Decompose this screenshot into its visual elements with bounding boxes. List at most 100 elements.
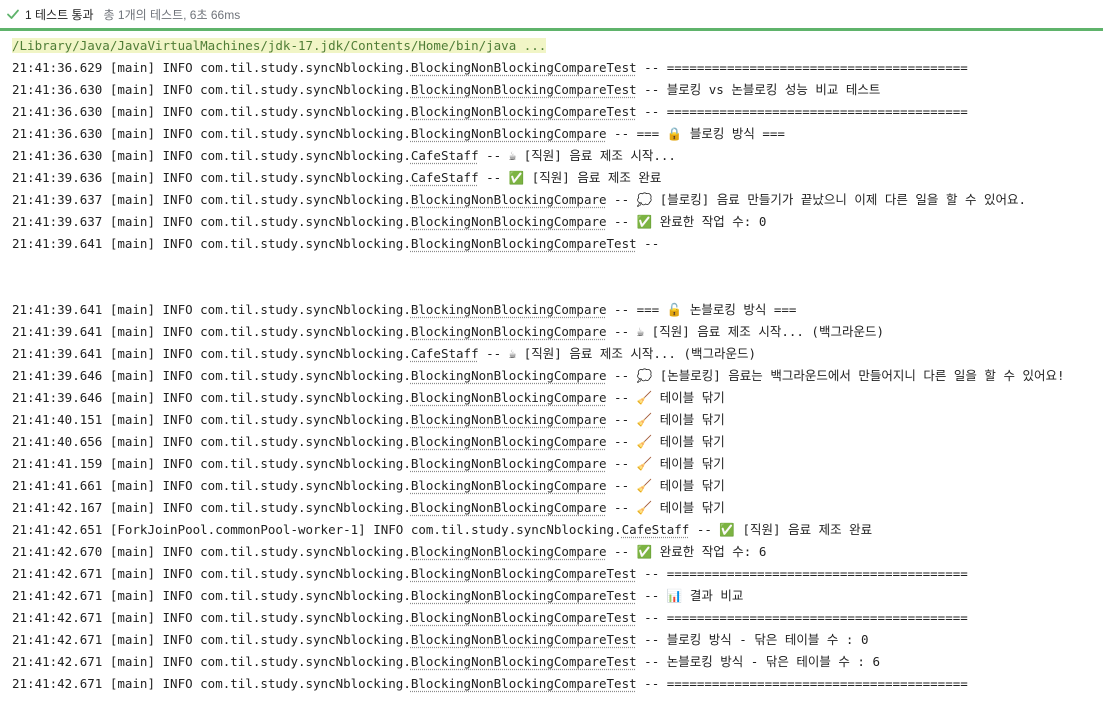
log-message: -- === 🔒 블로킹 방식 === — [606, 126, 785, 141]
log-class-link[interactable]: BlockingNonBlockingCompare — [411, 192, 607, 207]
log-line: 21:41:42.671 [main] INFO com.til.study.s… — [12, 585, 1103, 607]
log-prefix: 21:41:39.641 [main] INFO com.til.study.s… — [12, 236, 411, 251]
test-status-bar: 1 테스트 통과 총 1개의 테스트, 6초 66ms — [0, 0, 1103, 31]
log-message: -- =====================================… — [636, 60, 968, 75]
log-line: 21:41:36.630 [main] INFO com.til.study.s… — [12, 79, 1103, 101]
log-class-link[interactable]: BlockingNonBlockingCompareTest — [411, 588, 637, 603]
log-class-link[interactable]: CafeStaff — [622, 522, 690, 537]
log-message: -- 🧹 테이블 닦기 — [606, 412, 725, 427]
log-prefix: 21:41:39.637 [main] INFO com.til.study.s… — [12, 214, 411, 229]
log-prefix: 21:41:40.656 [main] INFO com.til.study.s… — [12, 434, 411, 449]
log-class-link[interactable]: BlockingNonBlockingCompareTest — [411, 60, 637, 75]
log-line: 21:41:42.167 [main] INFO com.til.study.s… — [12, 497, 1103, 519]
log-line: 21:41:42.671 [main] INFO com.til.study.s… — [12, 673, 1103, 695]
log-message: -- ☕ [직원] 음료 제조 시작... — [478, 148, 676, 163]
log-class-link[interactable]: BlockingNonBlockingCompareTest — [411, 82, 637, 97]
log-class-link[interactable]: BlockingNonBlockingCompare — [411, 544, 607, 559]
check-icon — [6, 7, 20, 21]
log-class-link[interactable]: BlockingNonBlockingCompare — [411, 214, 607, 229]
log-line: 21:41:39.641 [main] INFO com.til.study.s… — [12, 299, 1103, 321]
log-line: 21:41:40.656 [main] INFO com.til.study.s… — [12, 431, 1103, 453]
log-line: 21:41:39.641 [main] INFO com.til.study.s… — [12, 321, 1103, 343]
log-message: -- 💭 [논블로킹] 음료는 백그라운드에서 만들어지니 다른 일을 할 수 … — [606, 368, 1065, 383]
log-line: 21:41:39.646 [main] INFO com.til.study.s… — [12, 387, 1103, 409]
log-prefix: 21:41:42.167 [main] INFO com.til.study.s… — [12, 500, 411, 515]
log-prefix: 21:41:36.630 [main] INFO com.til.study.s… — [12, 148, 411, 163]
log-prefix: 21:41:42.671 [main] INFO com.til.study.s… — [12, 654, 411, 669]
test-summary: 총 1개의 테스트, 6초 66ms — [103, 7, 241, 22]
log-class-link[interactable]: BlockingNonBlockingCompare — [411, 412, 607, 427]
log-message: -- ✅ 완료한 작업 수: 6 — [606, 544, 767, 559]
log-message: -- ☕ [직원] 음료 제조 시작... (백그라운드) — [478, 346, 757, 361]
test-pass-label[interactable]: 1 테스트 통과 — [25, 6, 94, 23]
log-class-link[interactable]: CafeStaff — [411, 148, 479, 163]
log-line: 21:41:39.637 [main] INFO com.til.study.s… — [12, 211, 1103, 233]
log-message: -- — [636, 236, 660, 251]
log-prefix: 21:41:39.641 [main] INFO com.til.study.s… — [12, 302, 411, 317]
log-class-link[interactable]: BlockingNonBlockingCompareTest — [411, 566, 637, 581]
log-message: -- =====================================… — [636, 104, 968, 119]
log-prefix: 21:41:36.630 [main] INFO com.til.study.s… — [12, 82, 411, 97]
log-message: -- 블로킹 vs 논블로킹 성능 비교 테스트 — [636, 82, 881, 97]
log-class-link[interactable]: BlockingNonBlockingCompareTest — [411, 610, 637, 625]
log-class-link[interactable]: BlockingNonBlockingCompareTest — [411, 654, 637, 669]
log-line: 21:41:36.630 [main] INFO com.til.study.s… — [12, 145, 1103, 167]
log-message: -- 🧹 테이블 닦기 — [606, 500, 725, 515]
log-prefix: 21:41:39.646 [main] INFO com.til.study.s… — [12, 390, 411, 405]
log-class-link[interactable]: BlockingNonBlockingCompare — [411, 478, 607, 493]
log-message: -- 논블로킹 방식 - 닦은 테이블 수 : 6 — [636, 654, 881, 669]
log-prefix: 21:41:39.637 [main] INFO com.til.study.s… — [12, 192, 411, 207]
log-class-link[interactable]: BlockingNonBlockingCompare — [411, 500, 607, 515]
log-message: -- ✅ [직원] 음료 제조 완료 — [478, 170, 662, 185]
log-message: -- =====================================… — [636, 610, 968, 625]
log-message: -- 🧹 테이블 닦기 — [606, 434, 725, 449]
log-prefix: 21:41:41.661 [main] INFO com.til.study.s… — [12, 478, 411, 493]
log-line: 21:41:40.151 [main] INFO com.til.study.s… — [12, 409, 1103, 431]
log-class-link[interactable]: BlockingNonBlockingCompareTest — [411, 676, 637, 691]
log-line: 21:41:39.641 [main] INFO com.til.study.s… — [12, 343, 1103, 365]
log-prefix: 21:41:41.159 [main] INFO com.til.study.s… — [12, 456, 411, 471]
log-message: -- =====================================… — [636, 676, 968, 691]
log-message: -- === 🔓 논블로킹 방식 === — [606, 302, 797, 317]
log-prefix: 21:41:39.641 [main] INFO com.til.study.s… — [12, 346, 411, 361]
log-line: 21:41:42.651 [ForkJoinPool.commonPool-wo… — [12, 519, 1103, 541]
log-prefix: 21:41:42.670 [main] INFO com.til.study.s… — [12, 544, 411, 559]
log-class-link[interactable]: BlockingNonBlockingCompare — [411, 456, 607, 471]
log-line: 21:41:41.159 [main] INFO com.til.study.s… — [12, 453, 1103, 475]
log-line: 21:41:39.646 [main] INFO com.til.study.s… — [12, 365, 1103, 387]
log-class-link[interactable]: BlockingNonBlockingCompare — [411, 126, 607, 141]
log-line: 21:41:42.670 [main] INFO com.til.study.s… — [12, 541, 1103, 563]
log-prefix: 21:41:42.671 [main] INFO com.til.study.s… — [12, 676, 411, 691]
log-line: 21:41:42.671 [main] INFO com.til.study.s… — [12, 651, 1103, 673]
log-prefix: 21:41:36.630 [main] INFO com.til.study.s… — [12, 104, 411, 119]
log-prefix: 21:41:42.671 [main] INFO com.til.study.s… — [12, 610, 411, 625]
log-class-link[interactable]: BlockingNonBlockingCompare — [411, 434, 607, 449]
log-class-link[interactable]: BlockingNonBlockingCompare — [411, 390, 607, 405]
console-output[interactable]: /Library/Java/JavaVirtualMachines/jdk-17… — [0, 34, 1103, 709]
log-prefix: 21:41:36.630 [main] INFO com.til.study.s… — [12, 126, 411, 141]
log-class-link[interactable]: CafeStaff — [411, 346, 479, 361]
log-class-link[interactable]: BlockingNonBlockingCompare — [411, 368, 607, 383]
log-lines: 21:41:36.629 [main] INFO com.til.study.s… — [12, 57, 1103, 695]
log-line: 21:41:36.630 [main] INFO com.til.study.s… — [12, 123, 1103, 145]
log-class-link[interactable]: BlockingNonBlockingCompareTest — [411, 236, 637, 251]
log-line: 21:41:39.641 [main] INFO com.til.study.s… — [12, 233, 1103, 255]
log-prefix: 21:41:39.646 [main] INFO com.til.study.s… — [12, 368, 411, 383]
java-command-text[interactable]: /Library/Java/JavaVirtualMachines/jdk-17… — [12, 38, 547, 53]
log-class-link[interactable]: BlockingNonBlockingCompareTest — [411, 632, 637, 647]
log-prefix: 21:41:39.641 [main] INFO com.til.study.s… — [12, 324, 411, 339]
log-line: 21:41:39.636 [main] INFO com.til.study.s… — [12, 167, 1103, 189]
log-class-link[interactable]: BlockingNonBlockingCompareTest — [411, 104, 637, 119]
log-line: 21:41:42.671 [main] INFO com.til.study.s… — [12, 563, 1103, 585]
log-message: -- ✅ [직원] 음료 제조 완료 — [689, 522, 873, 537]
log-prefix: 21:41:39.636 [main] INFO com.til.study.s… — [12, 170, 411, 185]
log-class-link[interactable]: BlockingNonBlockingCompare — [411, 302, 607, 317]
log-prefix: 21:41:42.651 [ForkJoinPool.commonPool-wo… — [12, 522, 622, 537]
log-class-link[interactable]: BlockingNonBlockingCompare — [411, 324, 607, 339]
log-prefix: 21:41:42.671 [main] INFO com.til.study.s… — [12, 588, 411, 603]
java-command-line[interactable]: /Library/Java/JavaVirtualMachines/jdk-17… — [12, 35, 1103, 57]
log-class-link[interactable]: CafeStaff — [411, 170, 479, 185]
log-line: 21:41:41.661 [main] INFO com.til.study.s… — [12, 475, 1103, 497]
